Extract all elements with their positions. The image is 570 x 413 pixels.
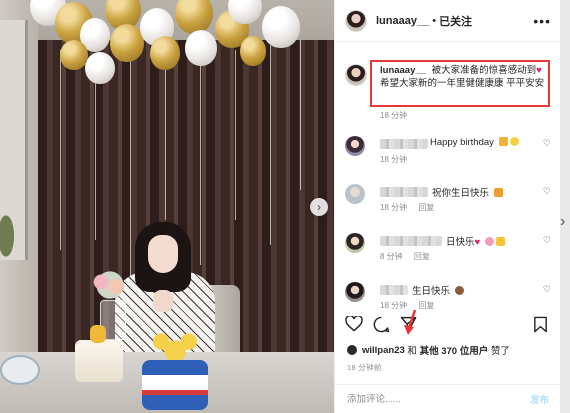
- chevron-right-icon[interactable]: ›: [560, 212, 570, 232]
- comment-item: 生日快乐 18 分钟 回复 ♡: [345, 282, 553, 310]
- comment-text: 日快乐♥: [446, 234, 505, 248]
- flower-emoji-icon: [484, 237, 494, 246]
- balloon: [110, 24, 144, 62]
- heart-outline-icon[interactable]: ♡: [543, 138, 551, 149]
- post-header: lunaaay__ • 已关注 •••: [335, 0, 561, 42]
- caption-username[interactable]: lunaaay__: [380, 65, 426, 76]
- gift-emoji-icon: [493, 188, 503, 197]
- likes-summary: willpan23 和 其他 370 位用户 赞了: [347, 343, 510, 357]
- red-heart-icon: ♥: [536, 65, 542, 76]
- add-comment-bar: 发布: [335, 384, 561, 413]
- plant: [0, 200, 20, 260]
- heart-outline-icon[interactable]: ♡: [543, 284, 551, 295]
- carousel-next-button[interactable]: ›: [310, 198, 328, 216]
- separator-dot: •: [432, 14, 437, 27]
- liker-username[interactable]: willpan23: [362, 345, 405, 356]
- likes-suffix: 赞了: [490, 346, 510, 357]
- balloon: [240, 36, 266, 66]
- heart-outline-icon[interactable]: ♡: [543, 235, 551, 246]
- avatar[interactable]: [345, 184, 365, 204]
- comment-time: 18 分钟: [380, 203, 408, 212]
- comment-time: 18 分钟: [380, 155, 408, 164]
- comment-meta: 18 分钟: [380, 154, 416, 165]
- comment-meta: 18 分钟 回复: [380, 202, 443, 213]
- blurred-username: [380, 236, 442, 246]
- comment-time: 8 分钟: [380, 252, 403, 261]
- comment-input[interactable]: [347, 393, 497, 405]
- avatar[interactable]: [345, 282, 365, 302]
- comment-bubble-icon[interactable]: [373, 316, 390, 333]
- comment-body: 生日快乐: [412, 286, 451, 297]
- balloon-string: [95, 60, 96, 240]
- blurred-username: [380, 139, 428, 149]
- follow-status-button[interactable]: 已关注: [439, 13, 472, 29]
- post-timestamp: 18 分钟前: [347, 363, 382, 372]
- blurred-username: [380, 285, 408, 295]
- balloon-string: [130, 55, 131, 285]
- balloon: [60, 40, 88, 70]
- blurred-username: [380, 187, 428, 197]
- comment-body: 日快乐: [446, 237, 475, 248]
- likes-count-link[interactable]: 其他 370 位用户: [420, 343, 489, 357]
- avatar[interactable]: [345, 233, 365, 253]
- heart-outline-icon[interactable]: [345, 316, 363, 332]
- cake-topper: [90, 325, 106, 343]
- comment-text: Happy birthday: [430, 137, 519, 148]
- comment-meta: 8 分钟 回复: [380, 251, 439, 262]
- balloon-string: [270, 45, 271, 245]
- comment-item: 日快乐♥ 8 分钟 回复 ♡: [345, 233, 553, 261]
- post-photo: ›: [0, 0, 334, 413]
- caption-text-line1: 被大家准备的惊喜感动到: [431, 65, 537, 76]
- party-emoji-icon: [498, 137, 508, 146]
- person-hands: [153, 290, 173, 312]
- thumbs-up-emoji-icon: [495, 237, 505, 246]
- comment-item: 祝你生日快乐 18 分钟 回复 ♡: [345, 184, 553, 212]
- reply-button[interactable]: 回复: [418, 301, 434, 310]
- caption-text-line2: 希望大家新的一年里健健康康 平平安安: [380, 78, 545, 89]
- action-bar: [345, 310, 551, 336]
- balloon: [185, 30, 217, 66]
- author-username[interactable]: lunaaay__: [376, 15, 429, 27]
- person-face: [148, 235, 178, 273]
- balloon: [150, 36, 180, 70]
- avatar[interactable]: [345, 64, 367, 86]
- caption-timestamp: 18 分钟: [380, 111, 408, 120]
- balloon-string: [165, 60, 166, 220]
- red-heart-icon: ♥: [474, 237, 481, 248]
- post-comment-button[interactable]: 发布: [530, 392, 549, 406]
- balloon: [85, 52, 115, 84]
- comment-text: 祝你生日快乐: [432, 185, 503, 199]
- balloon-string: [300, 40, 301, 190]
- cake-emoji-icon: [454, 286, 464, 295]
- avatar[interactable]: [345, 9, 367, 32]
- balloon-string: [235, 50, 236, 220]
- comment-item: Happy birthday 18 分钟 ♡: [345, 136, 553, 164]
- likes-joiner: 和: [407, 346, 417, 357]
- chevron-right-icon: ›: [317, 200, 321, 214]
- more-dots-icon[interactable]: •••: [533, 13, 551, 29]
- avatar[interactable]: [347, 345, 357, 355]
- balloon-string: [60, 50, 61, 250]
- post-details-panel: lunaaay__ • 已关注 ••• lunaaay__ 被大家准备的惊喜感动…: [334, 0, 561, 413]
- smile-emoji-icon: [509, 137, 519, 146]
- avatar[interactable]: [345, 136, 365, 156]
- cake: [75, 340, 123, 382]
- balloon-string: [200, 55, 201, 265]
- caption: lunaaay__ 被大家准备的惊喜感动到♥ 希望大家新的一年里健健康康 平平安…: [380, 64, 548, 90]
- sailor-cake: [142, 360, 208, 410]
- plate: [0, 355, 40, 385]
- red-arrow-annotation: [404, 310, 417, 335]
- comment-text: 生日快乐: [412, 283, 464, 297]
- bookmark-icon[interactable]: [533, 316, 548, 333]
- comment-time: 18 分钟: [380, 301, 408, 310]
- flower-bouquet: [88, 270, 132, 300]
- comment-body: 祝你生日快乐: [432, 188, 490, 199]
- comment-body: Happy birthday: [430, 137, 494, 148]
- reply-button[interactable]: 回复: [418, 203, 434, 212]
- balloon: [175, 0, 213, 34]
- heart-outline-icon[interactable]: ♡: [543, 186, 551, 197]
- reply-button[interactable]: 回复: [414, 252, 430, 261]
- balloon: [262, 6, 300, 48]
